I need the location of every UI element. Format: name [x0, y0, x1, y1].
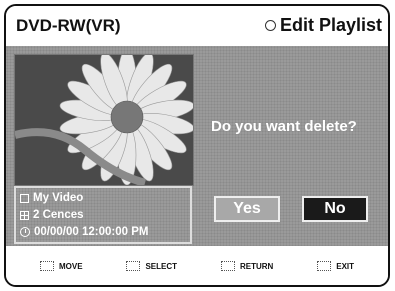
square-icon [20, 193, 29, 203]
video-title: My Video [33, 192, 84, 204]
footer-help-bar: MOVE SELECT RETURN EXIT [6, 246, 388, 285]
flower-image [15, 55, 193, 185]
ring-icon [264, 20, 276, 31]
video-thumbnail [14, 54, 194, 186]
menu-title-text: Edit Playlist [279, 15, 382, 35]
yes-button[interactable]: Yes [214, 196, 280, 222]
info-scenes-row: 2 Cences [20, 207, 84, 223]
title-bar: DVD-RW(VR) Edit Playlist [6, 6, 388, 46]
move-key-icon [39, 261, 54, 271]
title-info-box: My Video 2 Cences 00/00/00 12:00:00 PM [14, 186, 192, 244]
disc-type-label: DVD-RW(VR) [16, 16, 121, 35]
scenes-icon [20, 210, 29, 220]
dvd-menu-screen: DVD-RW(VR) Edit Playlist My Video 2 Cenc… [4, 4, 390, 287]
footer-exit: EXIT [317, 261, 354, 271]
footer-select-label: SELECT [145, 261, 178, 271]
clock-icon [20, 227, 30, 237]
footer-return-label: RETURN [239, 261, 274, 271]
footer-exit-label: EXIT [336, 261, 355, 271]
content-panel: My Video 2 Cences 00/00/00 12:00:00 PM D… [6, 46, 388, 246]
return-key-icon [220, 261, 235, 271]
footer-return: RETURN [220, 261, 274, 271]
footer-move-label: MOVE [58, 261, 83, 271]
no-button[interactable]: No [302, 196, 368, 222]
menu-title: Edit Playlist [264, 15, 382, 36]
info-title-row: My Video [20, 190, 83, 206]
footer-controls: MOVE SELECT RETURN EXIT [18, 254, 376, 278]
footer-select: SELECT [126, 261, 177, 271]
info-datetime-row: 00/00/00 12:00:00 PM [20, 224, 148, 240]
exit-key-icon [317, 261, 332, 271]
delete-confirm-question: Do you want delete? [211, 118, 357, 135]
scene-count: 2 Cences [33, 209, 84, 221]
record-datetime: 00/00/00 12:00:00 PM [34, 226, 149, 238]
select-key-icon [126, 261, 141, 271]
footer-move: MOVE [39, 261, 83, 271]
